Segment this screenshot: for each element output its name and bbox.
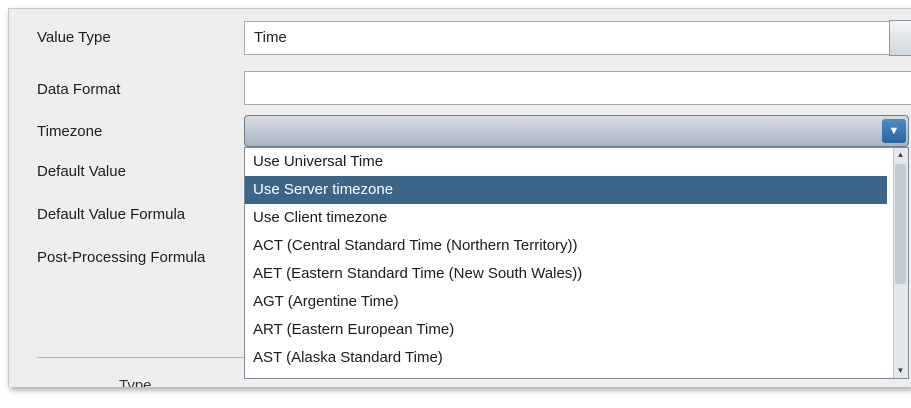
timezone-option-art[interactable]: ART (Eastern European Time) xyxy=(245,316,887,344)
timezone-option-universal[interactable]: Use Universal Time xyxy=(245,148,887,176)
type-label: Type xyxy=(119,377,152,387)
section-divider xyxy=(37,357,247,358)
timezone-option-agt[interactable]: AGT (Argentine Time) xyxy=(245,288,887,316)
scroll-up-icon[interactable]: ▲ xyxy=(894,148,907,162)
timezone-option-aet[interactable]: AET (Eastern Standard Time (New South Wa… xyxy=(245,260,887,288)
data-format-label: Data Format xyxy=(37,81,121,98)
data-format-field[interactable] xyxy=(244,71,911,105)
dropdown-scrollbar[interactable]: ▲ ▼ xyxy=(893,148,908,378)
value-type-field[interactable]: Time xyxy=(244,21,894,55)
timezone-select[interactable]: ▼ xyxy=(244,115,909,147)
timezone-dropdown-list[interactable]: Use Universal Time Use Server timezone U… xyxy=(244,147,909,379)
properties-panel: Value Type Time Data Format Timezone ▼ D… xyxy=(8,8,911,387)
default-value-label: Default Value xyxy=(37,163,126,180)
scrollbar-thumb[interactable] xyxy=(895,164,906,284)
post-processing-formula-label: Post-Processing Formula xyxy=(37,249,206,266)
value-type-button[interactable] xyxy=(889,20,911,56)
timezone-label: Timezone xyxy=(37,123,103,140)
chevron-down-icon[interactable]: ▼ xyxy=(882,119,906,143)
scroll-down-icon[interactable]: ▼ xyxy=(894,364,907,378)
default-value-formula-label: Default Value Formula xyxy=(37,206,186,223)
timezone-option-client[interactable]: Use Client timezone xyxy=(245,204,887,232)
value-type-label: Value Type xyxy=(37,29,111,46)
timezone-option-act[interactable]: ACT (Central Standard Time (Northern Ter… xyxy=(245,232,887,260)
timezone-option-ast[interactable]: AST (Alaska Standard Time) xyxy=(245,344,887,372)
timezone-option-server[interactable]: Use Server timezone xyxy=(245,176,887,204)
